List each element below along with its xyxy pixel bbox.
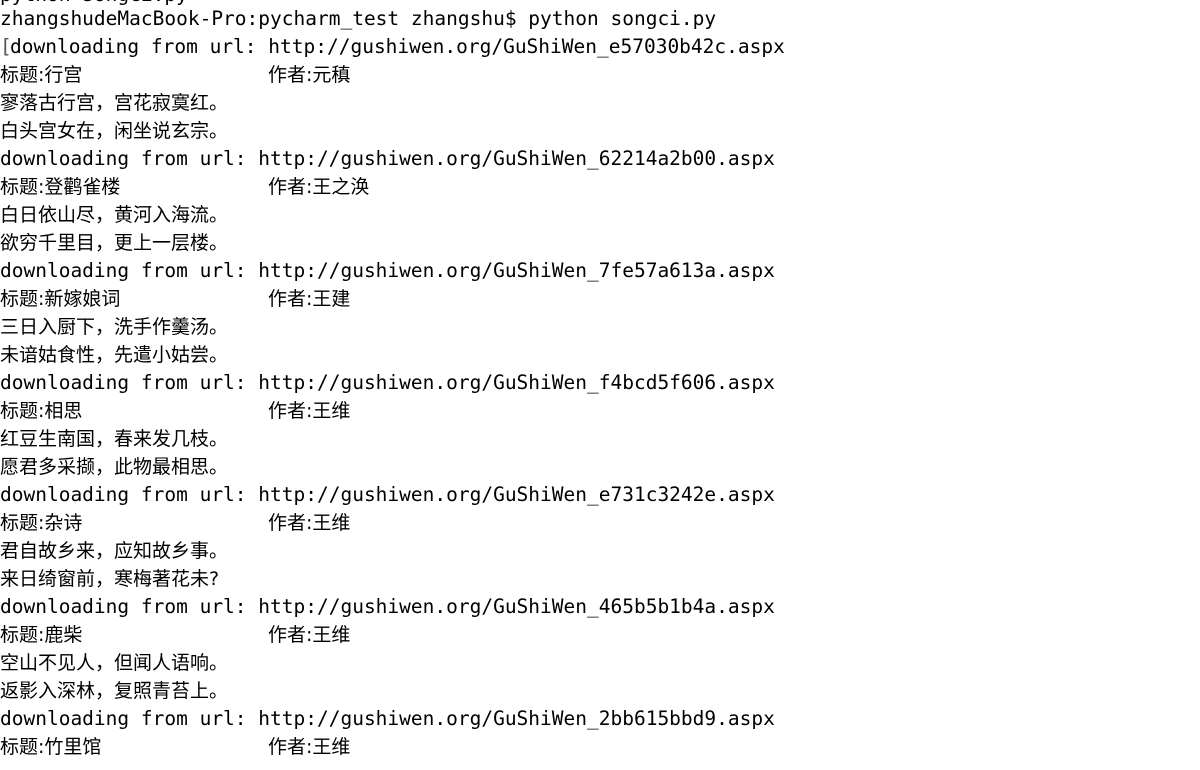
terminal-window[interactable]: python songci.py zhangshudeMacBook-Pro:p… [0,0,1200,770]
poem-verse-line: 来日绮窗前，寒梅著花未? [0,568,220,590]
poem-title: 标题:相思 [0,400,83,422]
poem-author: 作者:王之涣 [268,176,370,198]
poem-verse-line: 寥落古行宫，宫花寂寞红。 [0,92,229,114]
poem-verse-line: 返影入深林，复照青苔上。 [0,680,229,702]
poem-meta-line: 标题:竹里馆 作者:王维 [0,733,1200,761]
poem-title: 标题:新嫁娘词 [0,288,121,310]
download-line: downloading from url: http://gushiwen.or… [0,259,775,282]
cursor-artifact: [ [0,35,12,58]
download-line-text: downloading from url: http://gushiwen.or… [10,35,785,58]
poem-author: 作者:王维 [268,512,351,534]
poem-meta-line: 标题:登鹳雀楼 作者:王之涣 [0,173,1200,201]
poem-meta-line: 标题:新嫁娘词 作者:王建 [0,285,1200,313]
poem-verse-line: 空山不见人，但闻人语响。 [0,652,229,674]
poem-title: 标题:登鹳雀楼 [0,176,121,198]
download-line: downloading from url: http://gushiwen.or… [0,371,775,394]
poem-verse-line: 三日入厨下，洗手作羹汤。 [0,316,229,338]
poem-verse-line: 红豆生南国，春来发几枝。 [0,428,229,450]
poem-verse-line: 未谙姑食性，先遣小姑尝。 [0,344,229,366]
download-line: downloading from url: http://gushiwen.or… [0,595,775,618]
poem-author: 作者:王维 [268,624,351,646]
poem-verse-line: 愿君多采撷，此物最相思。 [0,456,229,478]
download-line: downloading from url: http://gushiwen.or… [0,483,775,506]
poem-meta-line: 标题:鹿柴 作者:王维 [0,621,1200,649]
poem-verse-line: 白头宫女在，闲坐说玄宗。 [0,120,229,142]
poem-verse-line: 君自故乡来，应知故乡事。 [0,540,229,562]
poem-author: 作者:王维 [268,736,351,758]
poem-author: 作者:王维 [268,400,351,422]
poem-meta-line: 标题:行宫 作者:元稹 [0,61,1200,89]
download-line: [downloading from url: http://gushiwen.o… [0,33,1200,61]
poem-title: 标题:竹里馆 [0,736,102,758]
poem-author: 作者:元稹 [268,64,351,86]
poem-title: 标题:行宫 [0,64,83,86]
poem-meta-line: 标题:杂诗 作者:王维 [0,509,1200,537]
shell-prompt-line: zhangshudeMacBook-Pro:pycharm_test zhang… [0,7,717,30]
poem-verse-line: 欲穷千里目，更上一层楼。 [0,232,229,254]
download-line: downloading from url: http://gushiwen.or… [0,707,775,730]
poem-meta-line: 标题:相思 作者:王维 [0,397,1200,425]
download-line: downloading from url: http://gushiwen.or… [0,147,775,170]
poem-verse-line: 白日依山尽，黄河入海流。 [0,204,229,226]
poem-title: 标题:杂诗 [0,512,83,534]
terminal-output[interactable]: zhangshudeMacBook-Pro:pycharm_test zhang… [0,5,1200,761]
poem-author: 作者:王建 [268,288,351,310]
poem-title: 标题:鹿柴 [0,624,83,646]
